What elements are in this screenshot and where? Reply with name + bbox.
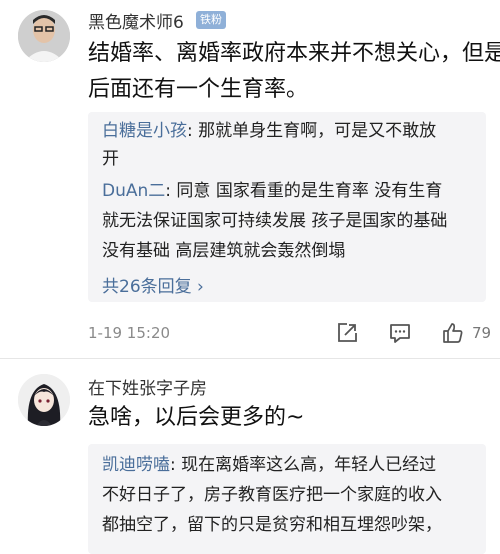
- reply-author[interactable]: DuAn二: [102, 181, 165, 201]
- reply-box[interactable]: 凯迪唠嗑: 现在离婚率这么高，年轻人已经过 不好日子了，房子教育医疗把一个家庭的…: [88, 444, 486, 554]
- reply-author[interactable]: 白糖是小孩: [102, 121, 187, 141]
- reply-box[interactable]: 白糖是小孩: 那就单身生育啊，可是又不敢放 开 DuAn二: 同意 国家看重的是…: [88, 112, 486, 302]
- reply-line: 白糖是小孩: 那就单身生育啊，可是又不敢放: [102, 116, 436, 146]
- comment-text-line: 后面还有一个生育率。: [88, 77, 309, 102]
- comment-text-line: 急啥，以后会更多的~: [88, 405, 305, 430]
- reply-line: 不好日子了，房子教育医疗把一个家庭的收入: [102, 485, 442, 505]
- username[interactable]: 在下姓张字子房: [88, 374, 207, 399]
- share-icon[interactable]: [336, 322, 358, 344]
- reply-author[interactable]: 凯迪唠嗑: [102, 455, 170, 475]
- reply-text: 现在离婚率这么高，年轻人已经过: [181, 455, 437, 475]
- reply-line: 都抽空了，留下的只是贫穷和相互埋怨吵架，: [102, 515, 442, 535]
- comment-icon[interactable]: [389, 322, 411, 344]
- divider: [0, 358, 500, 359]
- like-count: 79: [472, 324, 492, 342]
- reply-text: 那就单身生育啊，可是又不敢放: [198, 121, 437, 141]
- reply-separator: :: [187, 121, 199, 141]
- comment-text-line: 结婚率、离婚率政府本来并不想关心，但是: [88, 41, 500, 66]
- avatar-anime-icon: [18, 374, 70, 426]
- more-replies-link[interactable]: 共26条回复 ›: [102, 272, 204, 297]
- like-icon[interactable]: [441, 321, 465, 345]
- reply-separator: :: [165, 181, 177, 201]
- reply-text: 同意 国家看重的是生育率 没有生育: [176, 181, 443, 201]
- avatar[interactable]: [18, 374, 70, 426]
- reply-separator: :: [170, 455, 182, 475]
- reply-line: 凯迪唠嗑: 现在离婚率这么高，年轻人已经过: [102, 450, 436, 480]
- reply-line: 就无法保证国家可持续发展 孩子是国家的基础: [102, 211, 448, 231]
- username[interactable]: 黑色魔术师6: [88, 8, 184, 33]
- comment-time: 1-19 15:20: [88, 324, 171, 342]
- avatar-photo-icon: [18, 10, 70, 62]
- fan-badge: 铁粉: [196, 11, 226, 29]
- avatar[interactable]: [18, 10, 70, 62]
- reply-line: DuAn二: 同意 国家看重的是生育率 没有生育: [102, 176, 442, 206]
- reply-line: 开: [102, 149, 119, 169]
- reply-line: 没有基础 高层建筑就会轰然倒塌: [102, 241, 346, 261]
